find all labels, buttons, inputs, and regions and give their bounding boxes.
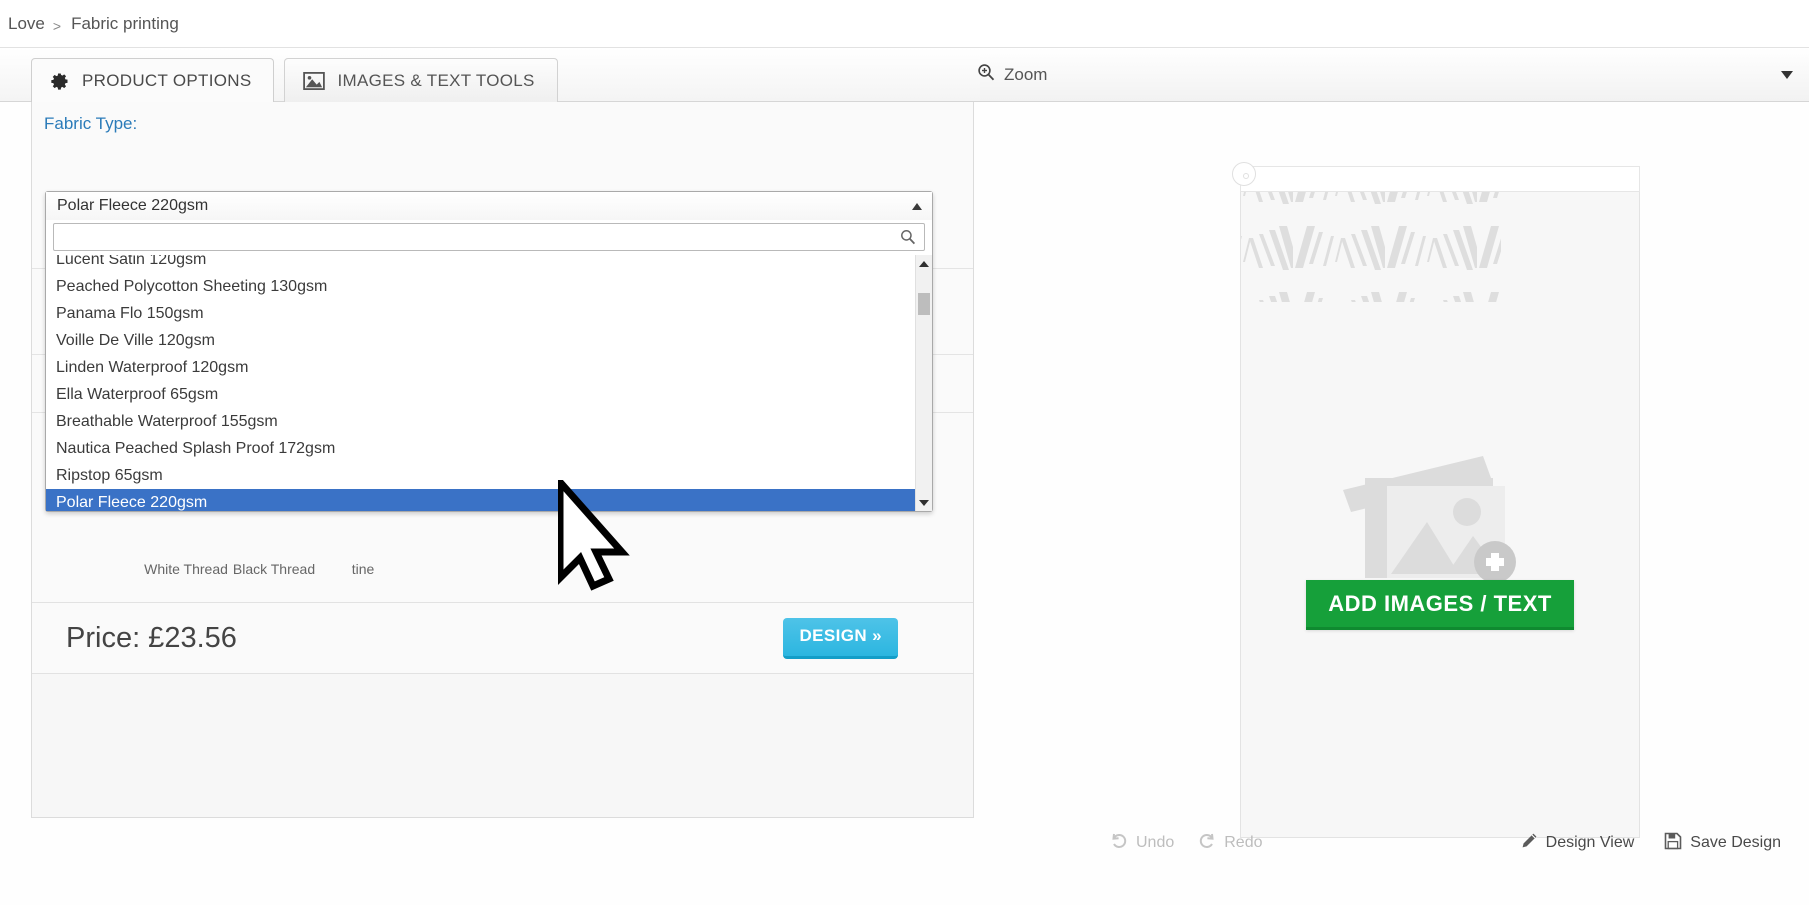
panel-empty-area [32, 674, 973, 817]
scroll-down-button[interactable] [916, 494, 932, 511]
thread-label-white: White Thread [144, 561, 228, 577]
fabric-preview-canvas[interactable]: ADD IMAGES / TEXT [1240, 192, 1640, 838]
canvas-toolbar: Undo Redo Design View Save Design [1110, 823, 1781, 863]
redo-icon [1198, 832, 1216, 855]
undo-label: Undo [1136, 834, 1175, 851]
fabric-type-dropdown[interactable]: Polar Fleece 220gsm Lucent Satin 120gsm P… [45, 191, 933, 512]
history-controls: Undo Redo [1110, 832, 1263, 855]
fabric-roll-icon [1232, 162, 1256, 186]
caret-up-icon[interactable] [912, 203, 922, 210]
tab-images-text-tools-label: IMAGES & TEXT TOOLS [337, 70, 535, 90]
breadcrumb-separator: > [52, 17, 62, 34]
add-images-text-button[interactable]: ADD IMAGES / TEXT [1306, 580, 1574, 630]
fabric-dropdown-selected-label: Polar Fleece 220gsm [57, 197, 209, 214]
zoom-control[interactable]: Zoom [977, 48, 1809, 102]
price-row: Price: £23.56 DESIGN » [32, 602, 973, 674]
pencil-icon [1520, 832, 1538, 855]
picture-icon [303, 71, 326, 90]
zoom-label: Zoom [1004, 64, 1048, 84]
breadcrumb-item-love[interactable]: Love [8, 14, 45, 34]
fabric-option-item[interactable]: Peached Polycotton Sheeting 130gsm [46, 273, 915, 300]
fabric-option-item[interactable]: Nautica Peached Splash Proof 172gsm [46, 435, 915, 462]
save-design-button[interactable]: Save Design [1664, 832, 1781, 855]
tab-product-options[interactable]: PRODUCT OPTIONS [31, 58, 275, 102]
save-design-label: Save Design [1690, 834, 1781, 851]
thread-label-black: Black Thread [232, 561, 316, 577]
triangle-down-icon [919, 499, 929, 506]
design-view-label: Design View [1545, 834, 1635, 851]
fabric-option-item[interactable]: Voille De Ville 120gsm [46, 327, 915, 354]
undo-button[interactable]: Undo [1110, 832, 1174, 855]
fabric-dropdown-selected-value[interactable]: Polar Fleece 220gsm [46, 192, 932, 220]
design-actions: Design View Save Design [1520, 832, 1781, 855]
fabric-search-input[interactable] [53, 223, 925, 251]
fabric-option-list-viewport: Lucent Satin 120gsm Peached Polycotton Sh… [46, 255, 932, 511]
fabric-option-item[interactable]: Polar Fleece 220gsm [46, 489, 915, 511]
gear-icon [50, 71, 70, 91]
fabric-hatch-pattern [1241, 192, 1501, 302]
scroll-up-button[interactable] [916, 255, 932, 272]
scrollbar-thumb[interactable] [918, 293, 930, 315]
tab-images-text-tools[interactable]: IMAGES & TEXT TOOLS [284, 58, 558, 102]
fabric-dropdown-scrollbar[interactable] [915, 255, 932, 511]
chevron-down-icon[interactable] [1781, 70, 1793, 79]
tab-product-options-label: PRODUCT OPTIONS [82, 70, 252, 90]
fabric-option-item[interactable]: Ella Waterproof 65gsm [46, 381, 915, 408]
fabric-option-item[interactable]: Ripstop 65gsm [46, 462, 915, 489]
fabric-option-item[interactable]: Linden Waterproof 120gsm [46, 354, 915, 381]
app-shell: PRODUCT OPTIONS IMAGES & TEXT TOOLS Zoom… [0, 47, 1809, 905]
fabric-roll-strip [1232, 162, 1640, 192]
fabric-option-item[interactable]: Breathable Waterproof 155gsm [46, 408, 915, 435]
undo-icon [1110, 832, 1128, 855]
fabric-option-item[interactable]: Lucent Satin 120gsm [46, 255, 915, 273]
thread-option-labels: White Thread Black Thread tine [142, 562, 408, 577]
zoom-label-group: Zoom [977, 63, 1047, 86]
breadcrumb-item-fabric-printing[interactable]: Fabric printing [71, 14, 179, 34]
tab-list: PRODUCT OPTIONS IMAGES & TEXT TOOLS [31, 58, 558, 102]
design-canvas-area: ADD IMAGES / TEXT [1232, 162, 1640, 838]
fabric-option-list: Lucent Satin 120gsm Peached Polycotton Sh… [46, 255, 915, 511]
redo-label: Redo [1224, 834, 1263, 851]
thread-label-line: tine [351, 561, 375, 577]
magnifier-plus-icon [977, 63, 995, 86]
floppy-disk-icon [1664, 832, 1682, 855]
breadcrumb: Love > Fabric printing [0, 0, 1809, 47]
fabric-dropdown-search-wrap [46, 220, 932, 255]
redo-button[interactable]: Redo [1198, 832, 1263, 855]
fabric-type-label: Fabric Type: [44, 114, 138, 133]
photo-placeholder-icon [1335, 448, 1545, 598]
triangle-up-icon [919, 260, 929, 267]
fabric-option-item[interactable]: Panama Flo 150gsm [46, 300, 915, 327]
design-button[interactable]: DESIGN » [783, 617, 898, 659]
design-view-button[interactable]: Design View [1520, 832, 1635, 855]
plus-circle-icon [1474, 541, 1516, 583]
price-text: Price: £23.56 [66, 621, 237, 654]
